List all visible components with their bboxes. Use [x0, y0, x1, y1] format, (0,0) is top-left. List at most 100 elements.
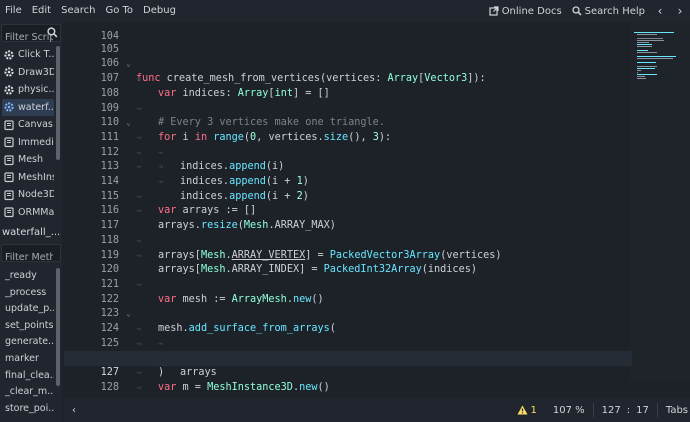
- cursor-separator: :: [626, 404, 631, 416]
- code-line[interactable]: 112 ⇥ ⇥ indices.append(i + 2): [64, 131, 632, 202]
- external-link-icon: [489, 6, 499, 16]
- filter-methods-input[interactable]: [2, 249, 53, 266]
- indent-mode[interactable]: Tabs: [666, 405, 688, 416]
- minimap-line: [637, 66, 657, 67]
- code-line-current[interactable]: 127 ⇥ add_child(m): [64, 351, 632, 392]
- method-item[interactable]: final_clea...: [2, 368, 54, 385]
- code-line[interactable]: 105 ⌄ func create_mesh_from_vertices(ver…: [64, 28, 632, 84]
- minimap-line: [637, 40, 664, 41]
- code-editor[interactable]: 104 105 ⌄ func create_mesh_from_vertices…: [64, 22, 690, 396]
- minimap-line: [637, 34, 657, 35]
- scripts-panel: Click T... Draw3D... physic... waterf...…: [0, 22, 62, 422]
- method-item[interactable]: generate...: [2, 334, 54, 351]
- method-item[interactable]: _process: [2, 285, 54, 302]
- script-item[interactable]: Immedi...: [2, 134, 54, 152]
- gear-icon: [4, 102, 14, 112]
- online-docs-button[interactable]: Online Docs: [484, 6, 567, 17]
- book-icon: [4, 207, 14, 218]
- code-line[interactable]: 120 ⇥ var mesh := ArrayMesh.new(): [64, 249, 632, 304]
- method-item[interactable]: store_poi...: [2, 401, 54, 418]
- minimap-line: [637, 72, 638, 73]
- method-item[interactable]: set_points: [2, 318, 54, 335]
- script-item[interactable]: Draw3D...: [2, 64, 54, 82]
- code-line[interactable]: 119: [64, 234, 632, 261]
- book-icon: [4, 137, 14, 148]
- menu-file[interactable]: File: [0, 0, 27, 22]
- code-line[interactable]: 115 ⇥ arrays.resize(Mesh.ARRAY_MAX): [64, 175, 632, 231]
- code-line[interactable]: 129: [64, 381, 632, 396]
- method-list-scrollbar[interactable]: [56, 268, 60, 386]
- menu-edit[interactable]: Edit: [27, 0, 56, 22]
- code-line[interactable]: 128 ⇥ m.mesh = mesh: [64, 366, 632, 393]
- code-line[interactable]: 116: [64, 190, 632, 216]
- code-line[interactable]: 108 ⇥ # Every 3 vertices make one triang…: [64, 72, 632, 128]
- minimap[interactable]: [630, 22, 690, 102]
- zoom-level[interactable]: 107 %: [553, 405, 585, 416]
- script-item[interactable]: Node3D: [2, 186, 54, 204]
- search-help-label: Search Help: [584, 5, 645, 17]
- method-item[interactable]: marker: [2, 351, 54, 368]
- minimap-line: [637, 68, 655, 69]
- script-list-scrollbar[interactable]: [56, 46, 60, 160]
- line-number: 129: [94, 396, 119, 397]
- menu-search[interactable]: Search: [56, 0, 100, 22]
- script-item[interactable]: Mesh: [2, 151, 54, 169]
- minimap-line: [634, 32, 674, 33]
- code-line[interactable]: 111 ⇥ ⇥ indices.append(i + 1): [64, 116, 632, 187]
- book-icon: [4, 120, 14, 130]
- minimap-line: [637, 78, 646, 79]
- gear-icon: [4, 67, 14, 77]
- history-back-icon[interactable]: ‹: [650, 4, 670, 18]
- code-line[interactable]: 114 ⇥ var arrays := []: [64, 160, 632, 216]
- code-line[interactable]: 124 ⇥ ⇥ arrays: [64, 307, 632, 378]
- minimap-line: [637, 52, 657, 53]
- script-item[interactable]: MeshIns...: [2, 169, 54, 187]
- history-forward-icon[interactable]: ›: [670, 4, 690, 18]
- code-line[interactable]: 126 ⇥ var m = MeshInstance3D.new(): [64, 337, 632, 392]
- warning-icon: [517, 405, 527, 415]
- minimap-line: [637, 56, 676, 57]
- warnings-button[interactable]: 1: [517, 405, 537, 416]
- method-list: _ready _process update_p... set_points g…: [2, 268, 54, 420]
- method-item[interactable]: _clear_m...: [2, 384, 54, 401]
- code-line[interactable]: 107: [64, 57, 632, 84]
- minimap-line: [637, 44, 652, 45]
- script-name: Canvas...: [18, 119, 54, 131]
- code-line[interactable]: 118 ⇥ arrays[Mesh.ARRAY_INDEX] = PackedI…: [64, 219, 632, 275]
- script-item[interactable]: Canvas...: [2, 116, 54, 134]
- code-line[interactable]: 125 ⇥ ): [64, 322, 632, 378]
- book-icon: [4, 172, 14, 183]
- status-bar: ‹ 1 107 % 127 : 17 Tabs: [64, 398, 690, 422]
- code-line[interactable]: 122 ⌄ mesh.add_surface_from_arrays(: [64, 278, 632, 334]
- code-line[interactable]: 113: [64, 146, 632, 172]
- gear-icon: [4, 85, 14, 95]
- script-name: Click T...: [18, 49, 54, 61]
- script-item-active[interactable]: waterf...: [2, 98, 54, 116]
- method-item[interactable]: _ready: [2, 268, 54, 285]
- menu-goto[interactable]: Go To: [100, 0, 138, 22]
- minimap-line: [637, 58, 673, 59]
- filter-methods-field[interactable]: [1, 244, 61, 266]
- code-line[interactable]: 110 ⇥ ⇥ indices.append(i): [64, 102, 632, 172]
- code-text: add_child(m): [158, 396, 232, 397]
- code-line[interactable]: 123 ⇥ ⇥ Mesh.PRIMITIVE_TRIANGLES,: [64, 293, 632, 363]
- search-help-button[interactable]: Search Help: [567, 6, 650, 17]
- menu-debug[interactable]: Debug: [138, 0, 181, 22]
- minimap-line: [637, 70, 641, 71]
- separator: [592, 403, 594, 417]
- method-item[interactable]: update_p...: [2, 301, 54, 318]
- script-item[interactable]: Click T...: [2, 46, 54, 64]
- filter-scripts-input[interactable]: [2, 29, 53, 46]
- filter-scripts-field[interactable]: [1, 24, 61, 46]
- script-name: waterf...: [18, 101, 54, 113]
- script-name: ORMMat...: [18, 206, 54, 218]
- toggle-panel-icon[interactable]: ‹: [66, 405, 82, 416]
- minimap-line: [637, 50, 648, 51]
- script-item[interactable]: ORMMat...: [2, 204, 54, 222]
- script-item[interactable]: physic...: [2, 81, 54, 99]
- code-line[interactable]: 117 ⇥ arrays[Mesh.ARRAY_VERTEX] = Packed…: [64, 204, 632, 260]
- gear-icon: [4, 50, 14, 60]
- code-line[interactable]: 109 ⌄ for i in range(0, vertices.size(),…: [64, 87, 632, 143]
- code-line[interactable]: 106 ⇥ var indices: Array[int] = []: [64, 43, 632, 98]
- code-line[interactable]: 121: [64, 263, 632, 290]
